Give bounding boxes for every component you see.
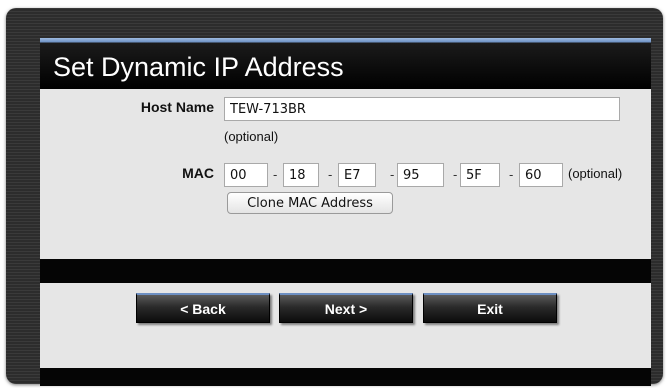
mac-separator: - [273,167,278,182]
mac-optional-hint: (optional) [568,166,623,181]
wizard-inner: Set Dynamic IP Address Host Name (option… [40,38,651,386]
mac-separator: - [390,167,395,182]
mac-octet-1-input[interactable] [224,163,268,187]
mac-octet-5-input[interactable] [460,163,500,187]
mac-octet-3-input[interactable] [338,163,376,187]
mac-separator: - [509,167,514,182]
mac-octet-4-input[interactable] [397,163,444,187]
mac-label: MAC [182,165,214,181]
exit-button[interactable]: Exit [423,293,557,323]
mac-octet-2-input[interactable] [283,163,319,187]
mac-separator: - [328,167,333,182]
mac-octet-6-input[interactable] [519,163,563,187]
next-button[interactable]: Next > [279,293,413,323]
host-name-input[interactable] [224,97,620,121]
wizard-panel: Set Dynamic IP Address Host Name (option… [0,0,669,388]
page-title: Set Dynamic IP Address [53,52,344,82]
mac-separator: - [453,167,458,182]
host-name-label: Host Name [140,99,214,115]
back-button[interactable]: < Back [136,293,270,323]
title-bar: Set Dynamic IP Address [40,38,651,89]
host-name-optional-hint: (optional) [224,129,279,144]
clone-mac-address-button[interactable]: Clone MAC Address [227,192,393,214]
footer-band [40,368,651,386]
divider-band [40,259,651,283]
